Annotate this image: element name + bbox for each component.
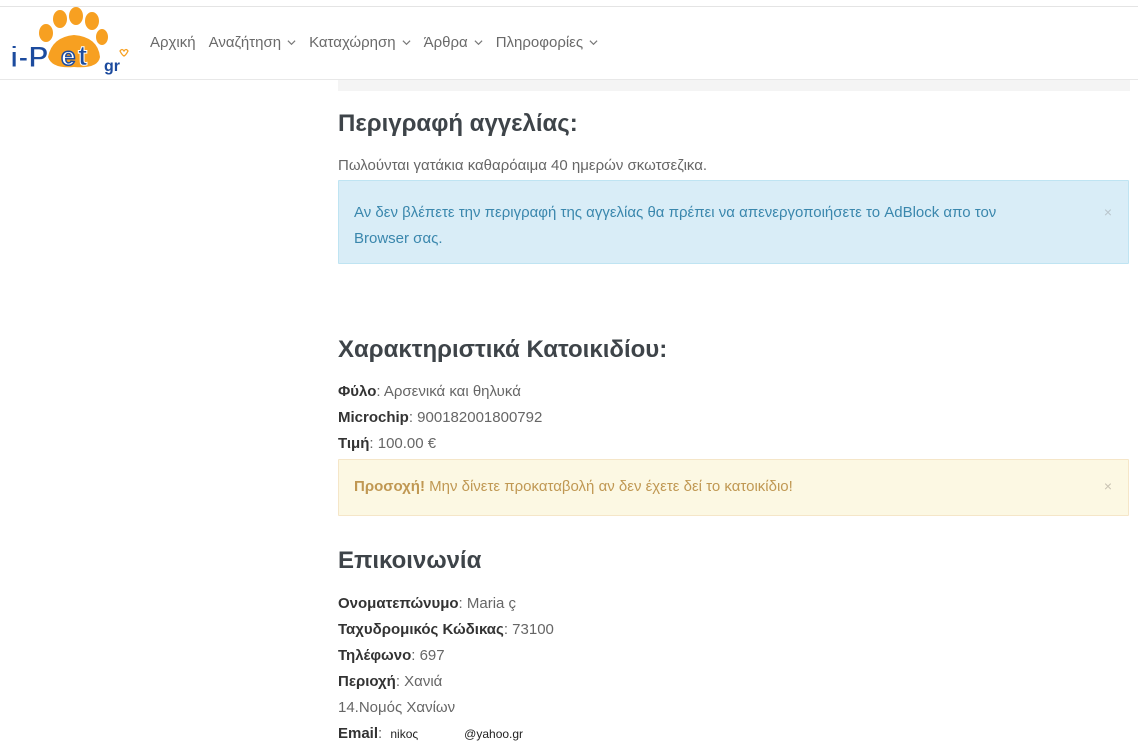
contact-name: Ονοματεπώνυμο: Maria ç [338, 595, 516, 612]
contact-region: Περιοχή: Χανιά [338, 673, 442, 690]
warning-alert: Προσοχή! Μην δίνετε προκαταβολή αν δεν έ… [338, 459, 1129, 516]
svg-text:gr: gr [104, 58, 120, 75]
contact-region-line: 14.Νομός Χανίων [338, 699, 456, 716]
nav-articles[interactable]: Άρθρα [424, 34, 483, 51]
contact-email: Email: nikoς @yahoo.gr [338, 725, 524, 742]
main-nav: Αρχική Αναζήτηση Καταχώρηση Άρθρα Πληροφ… [150, 34, 611, 51]
chevron-down-icon [402, 40, 411, 46]
contact-region-value: : Χανιά [395, 673, 443, 690]
nav-home[interactable]: Αρχική [150, 34, 196, 51]
chevron-down-icon [589, 40, 598, 46]
contact-postcode-value: : 73100 [503, 621, 554, 638]
chevron-down-icon [474, 40, 483, 46]
top-border [0, 0, 1138, 7]
contact-email-end: @yahoo.gr [464, 727, 524, 741]
feature-price-value: : 100.00 € [369, 435, 437, 452]
warning-alert-strong: Προσοχή! [354, 478, 425, 495]
adblock-alert: Αν δεν βλέπετε την περιγραφή της αγγελία… [338, 180, 1129, 264]
feature-gender: Φύλο: Αρσενικά και θηλυκά [338, 383, 521, 400]
close-icon[interactable]: × [1104, 478, 1112, 494]
contact-postcode: Ταχυδρομικός Κώδικας: 73100 [338, 621, 554, 638]
feature-price: Τιμή: 100.00 € [338, 435, 436, 452]
nav-submit-label: Καταχώρηση [309, 34, 396, 51]
contact-email-label: Email [338, 725, 379, 742]
contact-phone-label: Τηλέφωνο [338, 647, 412, 664]
contact-name-label: Ονοματεπώνυμο [338, 595, 459, 612]
adblock-alert-line1: Αν δεν βλέπετε την περιγραφή της αγγελία… [354, 204, 997, 221]
svg-text:t: t [78, 40, 87, 71]
nav-info[interactable]: Πληροφορίες [496, 34, 598, 51]
feature-gender-value: : Αρσενικά και θηλυκά [376, 383, 521, 400]
contact-phone-value: : 697 [411, 647, 445, 664]
feature-microchip-value: : 900182001800792 [408, 409, 543, 426]
contact-region-label: Περιοχή [338, 673, 396, 690]
site-logo[interactable]: i-P e t gr [8, 7, 132, 77]
contact-name-value: : Maria ç [458, 595, 517, 612]
contact-phone: Τηλέφωνο: 697 [338, 647, 445, 664]
description-text: Πωλούνται γατάκια καθαρόαιμα 40 ημερών σ… [338, 157, 708, 174]
adblock-alert-line2: Browser σας. [354, 230, 443, 247]
nav-home-label: Αρχική [150, 34, 196, 51]
nav-submit[interactable]: Καταχώρηση [309, 34, 411, 51]
nav-search[interactable]: Αναζήτηση [209, 34, 296, 51]
svg-text:i-P: i-P [10, 41, 48, 74]
features-heading: Χαρακτηριστικά Κατοικιδίου: [338, 336, 668, 363]
svg-text:e: e [61, 41, 75, 71]
feature-microchip-label: Microchip [338, 409, 409, 426]
warning-alert-text: Μην δίνετε προκαταβολή αν δεν έχετε δεί … [424, 478, 793, 495]
contact-heading: Επικοινωνία [338, 547, 482, 574]
site-header: i-P e t gr Αρχική Αναζήτηση Καταχώρηση Ά… [0, 7, 1138, 80]
feature-price-label: Τιμή [338, 435, 370, 452]
contact-postcode-label: Ταχυδρομικός Κώδικας [338, 621, 504, 638]
nav-info-label: Πληροφορίες [495, 34, 584, 51]
content-top-bar [338, 80, 1130, 91]
feature-gender-label: Φύλο [338, 383, 377, 400]
nav-search-label: Αναζήτηση [208, 34, 282, 51]
feature-microchip: Microchip: 900182001800792 [338, 409, 542, 426]
description-heading: Περιγραφή αγγελίας: [338, 110, 578, 137]
close-icon[interactable]: × [1104, 199, 1112, 225]
paw-logo-icon: i-P e t gr [10, 7, 129, 75]
nav-articles-label: Άρθρα [423, 34, 468, 51]
contact-email-start: nikoς [390, 727, 419, 741]
chevron-down-icon [287, 40, 296, 46]
